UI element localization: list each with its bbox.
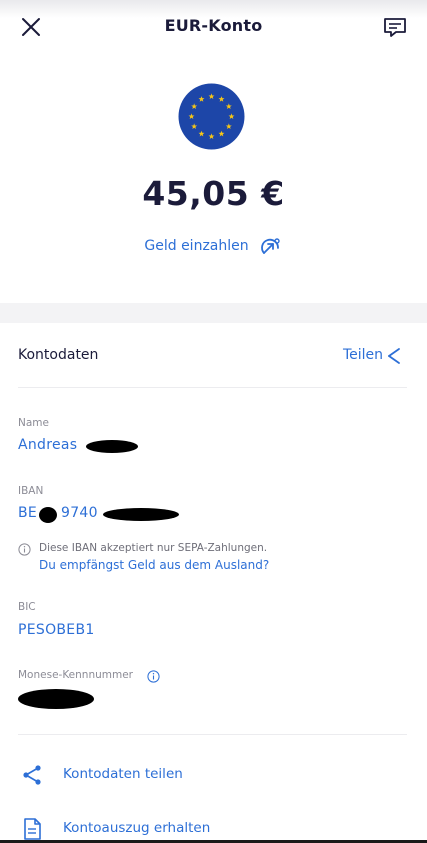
share-icon bbox=[20, 763, 44, 787]
redaction-mark bbox=[103, 508, 179, 521]
bic-label: BIC bbox=[18, 601, 36, 613]
deposit-arrow-icon bbox=[260, 238, 280, 254]
bic-value[interactable]: PESOBEB1 bbox=[18, 622, 95, 638]
account-details-header: Kontodaten Teilen bbox=[0, 343, 427, 369]
divider bbox=[18, 387, 407, 388]
share-account-details-button[interactable]: Kontodaten teilen bbox=[0, 761, 427, 791]
iban-label: IBAN bbox=[18, 485, 44, 497]
document-icon bbox=[20, 817, 44, 841]
redaction-mark bbox=[18, 689, 94, 709]
share-account-details-label: Kontodaten teilen bbox=[63, 766, 183, 782]
chat-button[interactable] bbox=[381, 13, 409, 41]
share-icon[interactable] bbox=[383, 345, 405, 367]
account-balance: 45,05 € bbox=[142, 174, 285, 213]
page-title: EUR-Konto bbox=[164, 16, 263, 35]
section-separator bbox=[0, 303, 427, 323]
divider bbox=[18, 734, 407, 735]
share-button[interactable]: Teilen bbox=[343, 347, 383, 363]
info-icon bbox=[18, 541, 31, 556]
monese-info-icon[interactable] bbox=[147, 668, 160, 683]
deposit-button[interactable]: Geld einzahlen bbox=[0, 234, 427, 258]
deposit-label: Geld einzahlen bbox=[144, 238, 249, 254]
eu-flag-icon bbox=[178, 83, 245, 150]
chat-icon bbox=[384, 18, 406, 37]
foreign-transfer-link[interactable]: Du empfängst Geld aus dem Ausland? bbox=[39, 558, 269, 572]
name-value[interactable]: Andreas bbox=[18, 437, 77, 453]
get-statement-button[interactable]: Kontoauszug erhalten bbox=[0, 815, 427, 843]
iban-value[interactable]: 9740 bbox=[61, 505, 98, 521]
account-details-title: Kontodaten bbox=[18, 347, 99, 363]
monese-number-label: Monese-Kennnummer bbox=[18, 669, 133, 681]
iban-prefix[interactable]: BE bbox=[18, 505, 37, 521]
name-label: Name bbox=[18, 417, 49, 429]
top-bar: EUR-Konto bbox=[0, 0, 427, 56]
iban-note: Diese IBAN akzeptiert nur SEPA-Zahlungen… bbox=[39, 542, 268, 554]
redaction-mark bbox=[39, 507, 57, 523]
account-details-card: Kontodaten Teilen Name Andreas IBAN BE 9… bbox=[0, 323, 427, 843]
redaction-mark bbox=[86, 440, 138, 453]
get-statement-label: Kontoauszug erhalten bbox=[63, 820, 211, 836]
